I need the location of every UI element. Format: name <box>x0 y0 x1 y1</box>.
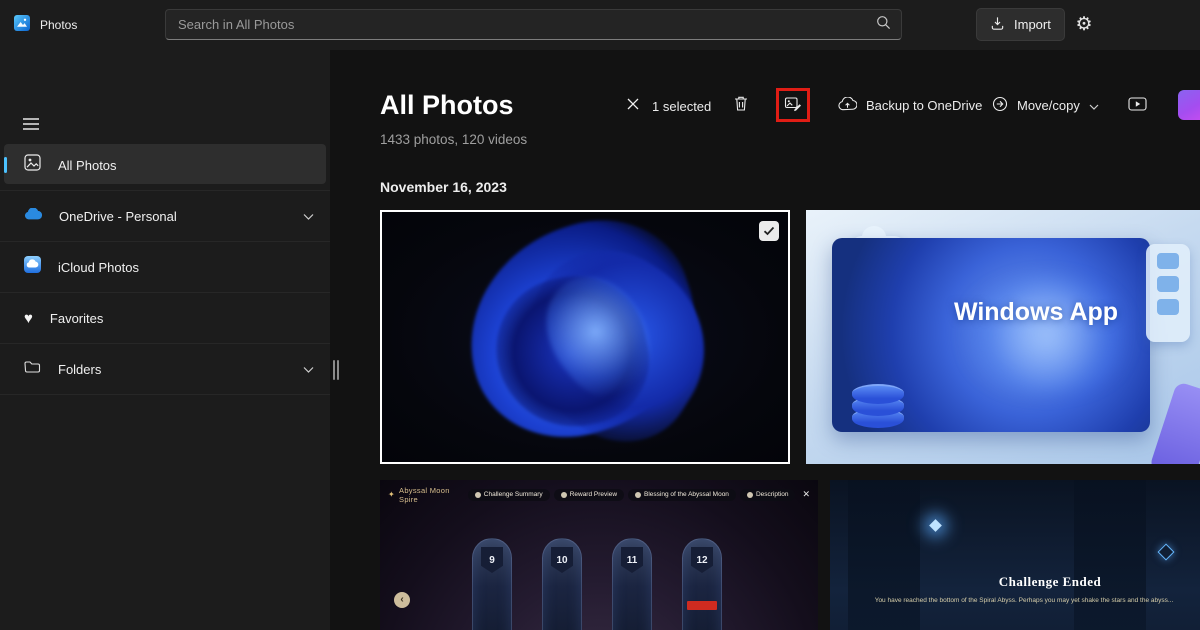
move-copy-button[interactable]: Move/copy <box>986 90 1105 120</box>
abyss-tab-label: Blessing of the Abyssal Moon <box>644 491 729 498</box>
dismiss-selection-button[interactable] <box>620 92 646 118</box>
top-bar: Photos Import ⚙ <box>0 0 1200 50</box>
screen-glow <box>959 277 1134 393</box>
chevron-down-icon <box>1089 98 1099 113</box>
selection-accent-bar <box>4 157 7 173</box>
abyss-floor-card: 11 <box>612 538 652 630</box>
trash-icon <box>733 95 749 115</box>
coin-shape <box>852 384 904 404</box>
photo-thumbnail-windows-bloom[interactable] <box>380 210 790 464</box>
photos-app-window: Photos Import ⚙ <box>0 0 1200 630</box>
backup-to-onedrive-button[interactable]: Backup to OneDrive <box>832 90 988 120</box>
sidebar-nav: All Photos OneDrive - Personal <box>0 140 330 395</box>
sidebar-resize-handle[interactable] <box>333 360 341 380</box>
import-label: Import <box>1014 17 1051 32</box>
hamburger-menu-button[interactable] <box>12 108 50 140</box>
edit-button-highlight-box <box>776 88 810 122</box>
sidebar-item-label: All Photos <box>58 158 314 173</box>
floor-number: 12 <box>691 547 713 573</box>
page-title: All Photos <box>380 90 514 121</box>
abyss-title-group: ✦ Abyssal Moon Spire <box>388 486 460 504</box>
sidebar-item-icloud-photos[interactable]: iCloud Photos <box>0 242 330 293</box>
sidebar-item-label: Folders <box>58 362 286 377</box>
onedrive-icon <box>24 207 42 225</box>
cloud-backup-icon <box>838 97 857 114</box>
chevron-down-icon[interactable] <box>303 207 314 225</box>
import-button[interactable]: Import <box>976 8 1065 41</box>
abyss-tab: Challenge Summary <box>468 489 550 501</box>
app-brand: Photos <box>14 0 77 50</box>
sidebar: All Photos OneDrive - Personal <box>0 50 330 630</box>
abyss-tab: Blessing of the Abyssal Moon <box>628 489 736 501</box>
move-copy-icon <box>992 96 1008 115</box>
heart-icon: ♥ <box>24 311 33 326</box>
dot-icon <box>475 492 481 498</box>
search-box[interactable] <box>165 9 902 40</box>
app-title: Photos <box>40 18 77 32</box>
challenge-ended-title: Challenge Ended <box>950 574 1150 590</box>
close-icon <box>627 98 639 113</box>
promo-thumbnail-icon[interactable] <box>1178 90 1200 120</box>
dot-icon <box>561 492 567 498</box>
abyss-top-bar: ✦ Abyssal Moon Spire Challenge Summary R… <box>388 486 810 503</box>
photo-thumbnail-windows-app[interactable]: Windows App <box>806 210 1200 464</box>
move-copy-label: Move/copy <box>1017 98 1080 113</box>
abyss-tab-label: Reward Preview <box>570 491 617 498</box>
challenge-ended-subtitle: You have reached the bottom of the Spira… <box>854 596 1194 606</box>
all-photos-icon <box>24 154 41 176</box>
chevron-down-icon[interactable] <box>303 360 314 378</box>
floor-number: 10 <box>551 547 573 573</box>
sidebar-item-label: OneDrive - Personal <box>59 209 286 224</box>
sidebar-item-label: Favorites <box>50 311 314 326</box>
slideshow-icon <box>1128 96 1147 115</box>
star-icon: ✦ <box>388 491 395 499</box>
dot-icon <box>635 492 641 498</box>
backup-label: Backup to OneDrive <box>866 98 982 113</box>
sidebar-item-favorites[interactable]: ♥ Favorites <box>0 293 330 344</box>
side-panel-shape <box>1146 244 1190 342</box>
abyss-tab: Description <box>740 489 796 501</box>
abyss-floor-card: 12 <box>682 538 722 630</box>
photo-thumbnail-abyss-screenshot[interactable]: ✦ Abyssal Moon Spire Challenge Summary R… <box>380 480 818 630</box>
sidebar-item-folders[interactable]: Folders <box>0 344 330 395</box>
selected-count-label: 1 selected <box>652 99 711 114</box>
photos-app-icon <box>14 15 30 36</box>
settings-button[interactable]: ⚙ <box>1066 8 1102 41</box>
pillar-silhouette <box>848 480 920 630</box>
floor-number: 9 <box>481 547 503 573</box>
gear-icon: ⚙ <box>1075 15 1092 34</box>
edit-button[interactable] <box>779 91 807 119</box>
date-group-header: November 16, 2023 <box>380 179 507 195</box>
slideshow-button[interactable] <box>1122 90 1152 120</box>
abyss-title: Abyssal Moon Spire <box>399 486 460 504</box>
photo-count-subtitle: 1433 photos, 120 videos <box>380 132 527 147</box>
windows-app-caption: Windows App <box>916 298 1156 327</box>
import-icon <box>990 16 1005 34</box>
delete-button[interactable] <box>726 90 756 120</box>
search-icon[interactable] <box>876 15 891 35</box>
abyss-floor-card: 10 <box>542 538 582 630</box>
abyss-tab-label: Challenge Summary <box>484 491 543 498</box>
sidebar-item-all-photos[interactable]: All Photos <box>0 140 330 191</box>
abyss-tab-label: Description <box>756 491 789 498</box>
photo-thumbnail-challenge-ended[interactable]: Challenge Ended You have reached the bot… <box>830 480 1200 630</box>
sidebar-item-onedrive[interactable]: OneDrive - Personal <box>0 191 330 242</box>
folder-icon <box>24 360 41 379</box>
floor-number: 11 <box>621 547 643 573</box>
icloud-icon <box>24 256 41 278</box>
selection-checkbox-checked[interactable] <box>759 221 779 241</box>
search-input[interactable] <box>176 16 876 33</box>
sidebar-item-label: iCloud Photos <box>58 260 314 275</box>
abyss-floor-card: 9 <box>472 538 512 630</box>
edit-image-icon <box>784 95 802 116</box>
close-icon: ✕ <box>802 489 810 500</box>
abyss-tab: Reward Preview <box>554 489 624 501</box>
back-arrow-icon: ‹ <box>394 592 410 608</box>
challenge-tag <box>687 601 717 610</box>
pillar-silhouette <box>1074 480 1146 630</box>
dot-icon <box>747 492 753 498</box>
